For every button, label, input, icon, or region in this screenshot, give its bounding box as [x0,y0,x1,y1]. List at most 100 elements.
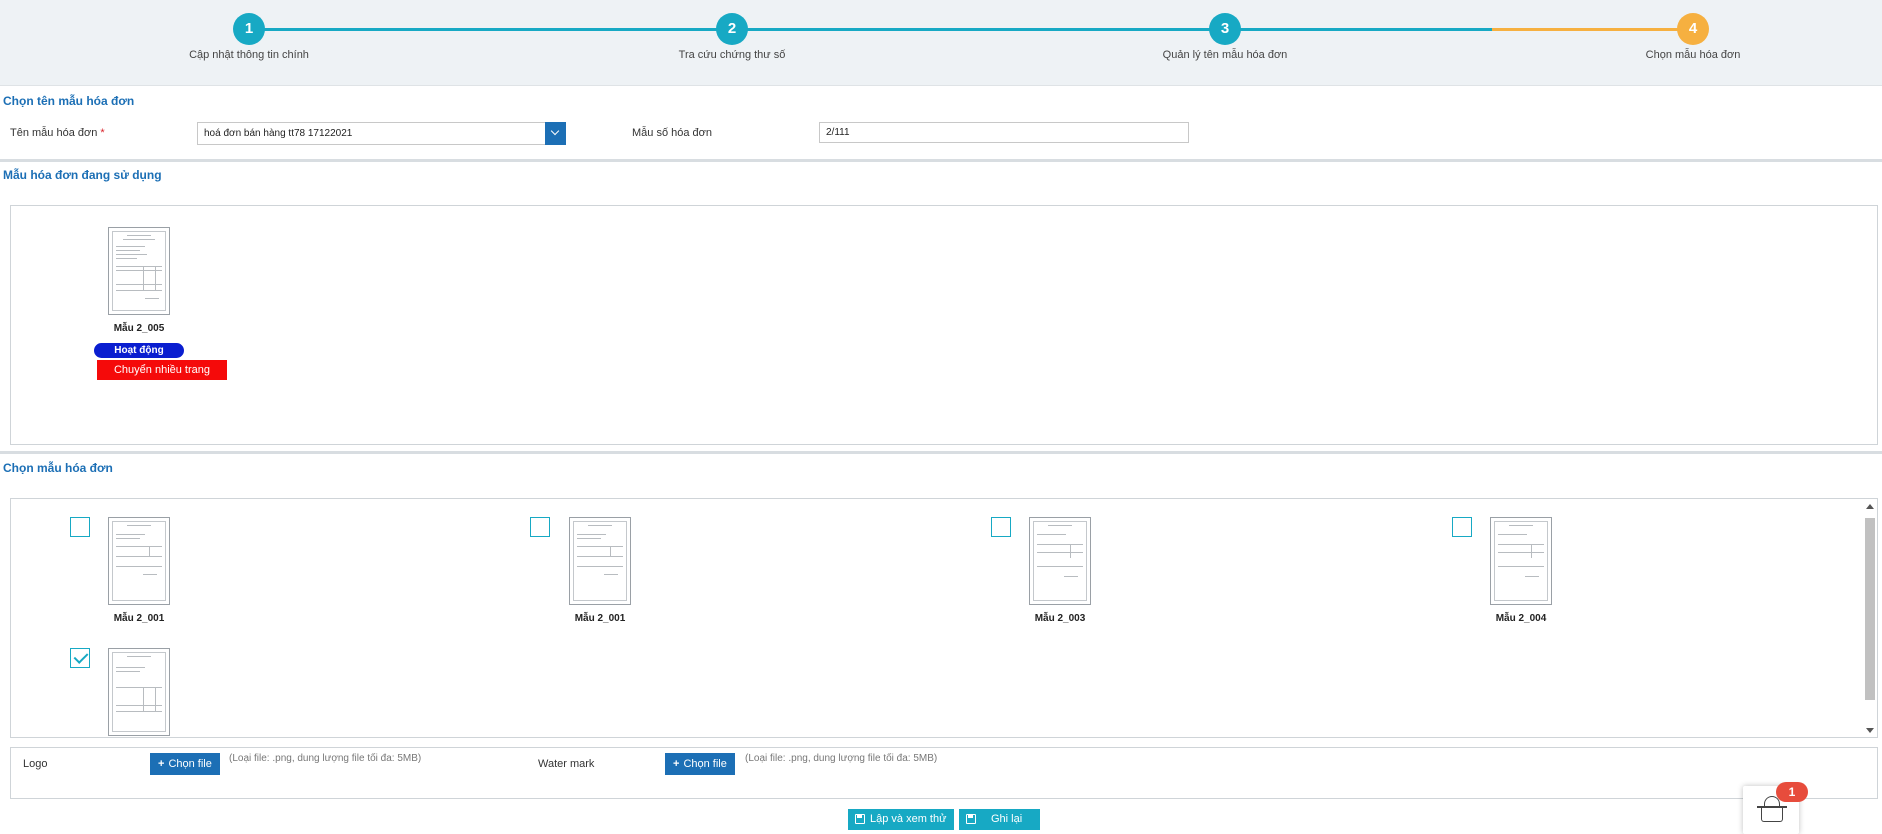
section-title-in-use: Mẫu hóa đơn đang sử dụng [3,168,162,182]
gallery-scrollbar[interactable] [1863,500,1877,737]
thumb-line [577,556,623,557]
invoice-thumbnail[interactable] [108,517,170,605]
step-4[interactable]: 4 Chọn mẫu hóa đơn [1593,13,1793,61]
thumb-line [143,687,144,711]
thumbnail-page [573,521,627,601]
scroll-up-icon[interactable] [1866,504,1874,509]
step-4-number: 4 [1677,13,1709,45]
logo-upload-button[interactable]: + Chọn file [150,753,220,775]
step-1-label: Cập nhật thông tin chính [189,49,309,61]
floppy-icon [966,814,976,824]
logo-label: Logo [23,758,48,770]
save-button[interactable]: Ghi lại [959,809,1041,830]
step-3-number: 3 [1209,13,1241,45]
template-name-3: Mẫu 2_003 [1034,613,1086,624]
preview-button[interactable]: Lập và xem thử [848,809,955,830]
template-checkbox-3[interactable] [991,517,1011,537]
thumb-line [116,546,162,547]
section-title-choose: Chọn mẫu hóa đơn [3,461,113,475]
thumb-line [155,266,156,290]
thumb-line [1498,544,1544,545]
plus-icon: + [673,758,680,770]
step-1-number: 1 [233,13,265,45]
invoice-thumbnail[interactable] [1029,517,1091,605]
template-name-dropdown-button[interactable] [545,122,566,145]
thumbnail-page [112,521,166,601]
template-checkbox-5[interactable] [70,648,90,668]
thumb-line [588,525,612,526]
cart-count-badge: 1 [1776,782,1808,802]
scroll-down-icon[interactable] [1866,728,1874,733]
thumb-line [116,711,162,712]
thumb-line [1498,566,1544,567]
invoice-thumbnail[interactable] [1490,517,1552,605]
thumb-line [1037,544,1083,545]
thumb-line [610,546,611,556]
logo-upload-hint: (Loại file: .png, dung lượng file tối đa… [229,753,422,764]
template-checkbox-2[interactable] [530,517,550,537]
thumb-line [116,538,140,539]
step-3[interactable]: 3 Quản lý tên mẫu hóa đơn [1125,13,1325,61]
thumb-line [145,298,159,299]
thumb-line [1498,552,1544,553]
thumb-line [604,574,618,575]
logo-upload-label: Chọn file [168,758,212,770]
thumbnail-page [1494,521,1548,601]
step-3-label: Quản lý tên mẫu hóa đơn [1162,49,1288,61]
step-4-label: Chọn mẫu hóa đơn [1645,49,1741,61]
thumb-line [116,254,147,255]
watermark-upload-button[interactable]: + Chọn file [665,753,735,775]
template-checkbox-1[interactable] [70,517,90,537]
thumb-line [577,534,606,535]
plus-icon: + [158,758,165,770]
floppy-icon [855,814,865,824]
scrollbar-thumb[interactable] [1865,518,1875,700]
invoice-thumbnail[interactable] [108,648,170,736]
template-name-1: Mẫu 2_001 [113,613,165,624]
thumb-line [1048,525,1072,526]
template-name-label: Tên mẫu hóa đơn * [10,127,105,139]
thumb-line [116,290,162,291]
multipage-button[interactable]: Chuyển nhiều trang [97,360,227,380]
template-name-select-value: hoá đơn bán hàng tt78 17122021 [204,128,353,139]
template-name-label-text: Tên mẫu hóa đơn [10,127,98,139]
invoice-thumbnail[interactable] [569,517,631,605]
section-title-template-name: Chọn tên mẫu hóa đơn [3,94,135,108]
thumb-line [116,250,140,251]
template-name-select[interactable]: hoá đơn bán hàng tt78 17122021 [197,122,566,145]
step-2[interactable]: 2 Tra cứu chứng thư số [632,13,832,61]
thumb-line [1498,534,1527,535]
thumb-line [1531,544,1532,558]
progress-stepper: 1 Cập nhật thông tin chính 2 Tra cứu chứ… [0,0,1882,86]
thumb-line [1525,576,1539,577]
thumb-line [1037,534,1066,535]
thumbnail-page [1033,521,1087,601]
thumb-line [127,525,151,526]
basket-body [1761,808,1783,822]
thumb-line [127,235,151,236]
thumb-line [577,538,601,539]
thumb-line [143,574,157,575]
thumb-line [1070,544,1071,558]
template-name-4: Mẫu 2_004 [1495,613,1547,624]
section-divider [0,159,1882,162]
status-badge: Hoạt động [94,343,184,358]
watermark-label: Water mark [538,758,595,770]
thumb-line [577,546,623,547]
thumb-line [1064,576,1078,577]
save-button-label: Ghi lại [991,813,1023,825]
template-checkbox-4[interactable] [1452,517,1472,537]
invoice-thumbnail[interactable] [108,227,170,315]
step-1[interactable]: 1 Cập nhật thông tin chính [149,13,349,61]
thumb-line [123,239,155,240]
thumb-line [577,566,623,567]
step-2-label: Tra cứu chứng thư số [678,49,786,61]
in-use-panel: Mẫu 2_005 [10,205,1878,445]
thumb-line [155,687,156,711]
thumb-line [1037,566,1083,567]
thumb-line [116,534,145,535]
thumb-line [116,671,140,672]
template-number-input[interactable] [819,122,1189,143]
thumb-line [1037,552,1083,553]
thumb-line [116,667,145,668]
